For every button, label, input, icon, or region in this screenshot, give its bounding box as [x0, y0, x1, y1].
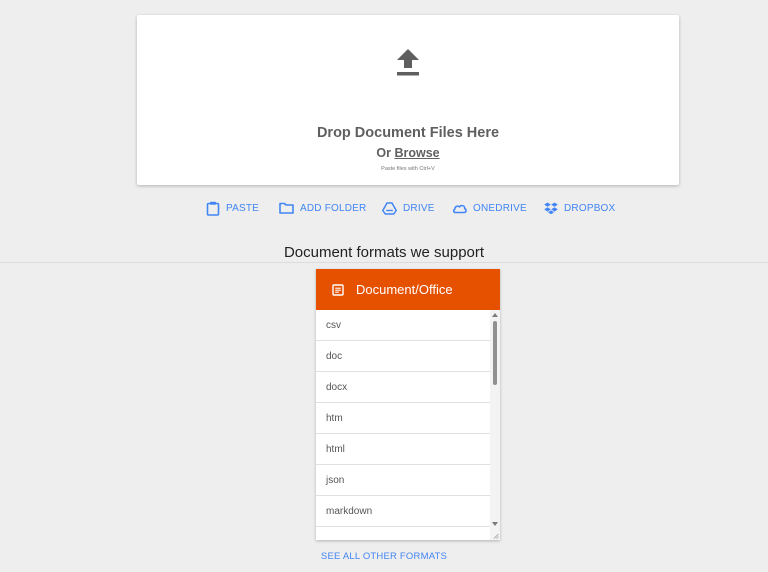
upload-sources: PASTE ADD FOLDER DRIVE ONEDRIVE DROPBOX [0, 199, 768, 217]
drive-button[interactable]: DRIVE [382, 199, 435, 217]
folder-icon [279, 202, 294, 214]
onedrive-button[interactable]: ONEDRIVE [452, 199, 527, 217]
document-icon [332, 283, 344, 296]
dropbox-icon [544, 202, 558, 214]
scroll-up-arrow-icon[interactable] [492, 313, 498, 317]
paste-hint: Paste files with Ctrl+V [381, 166, 435, 172]
dropbox-button[interactable]: DROPBOX [544, 199, 615, 217]
format-name: json [326, 474, 345, 486]
onedrive-icon [452, 204, 467, 213]
list-item[interactable]: csv [316, 310, 490, 341]
list-item[interactable]: html [316, 434, 490, 465]
paste-label: PASTE [226, 202, 260, 214]
format-name: doc [326, 350, 343, 362]
list-item[interactable]: doc [316, 341, 490, 372]
format-name: html [326, 443, 345, 455]
dropbox-label: DROPBOX [564, 202, 616, 214]
scroll-thumb[interactable] [493, 321, 497, 385]
section-divider [0, 262, 768, 263]
category-header[interactable]: Document/Office [316, 269, 500, 310]
add-folder-button[interactable]: ADD FOLDER [279, 199, 366, 217]
list-item[interactable]: markdown [316, 496, 490, 527]
google-drive-icon [382, 201, 397, 215]
browse-line: Or Browse [137, 146, 679, 160]
see-all-formats-link[interactable]: SEE ALL OTHER FORMATS [0, 551, 768, 562]
list-item[interactable]: htm [316, 403, 490, 434]
list-item[interactable]: docx [316, 372, 490, 403]
or-text: Or [376, 146, 391, 160]
page: Drop Document Files Here Or Browse Paste… [0, 0, 768, 572]
drive-label: DRIVE [403, 202, 435, 214]
resize-grip-icon[interactable] [493, 533, 499, 539]
format-name: markdown [326, 505, 373, 517]
paste-button[interactable]: PASTE [206, 199, 259, 217]
format-name: docx [326, 381, 348, 393]
format-name: htm [326, 412, 343, 424]
list-item[interactable]: json [316, 465, 490, 496]
category-label: Document/Office [356, 282, 453, 297]
upload-icon [397, 49, 419, 76]
browse-link[interactable]: Browse [394, 146, 439, 160]
dropzone-title: Drop Document Files Here [316, 125, 500, 141]
formats-heading: Document formats we support [283, 244, 485, 261]
formats-card: Document/Office csv doc docx htm html js… [316, 269, 500, 540]
file-dropzone[interactable]: Drop Document Files Here Or Browse Paste… [137, 15, 679, 185]
format-name: csv [326, 319, 341, 331]
add-folder-label: ADD FOLDER [300, 202, 367, 214]
formats-list: csv doc docx htm html json markdown [316, 310, 490, 540]
onedrive-label: ONEDRIVE [473, 202, 527, 214]
scroll-down-arrow-icon[interactable] [492, 522, 498, 526]
formats-scrollbar[interactable] [490, 310, 500, 540]
clipboard-icon [206, 201, 220, 216]
